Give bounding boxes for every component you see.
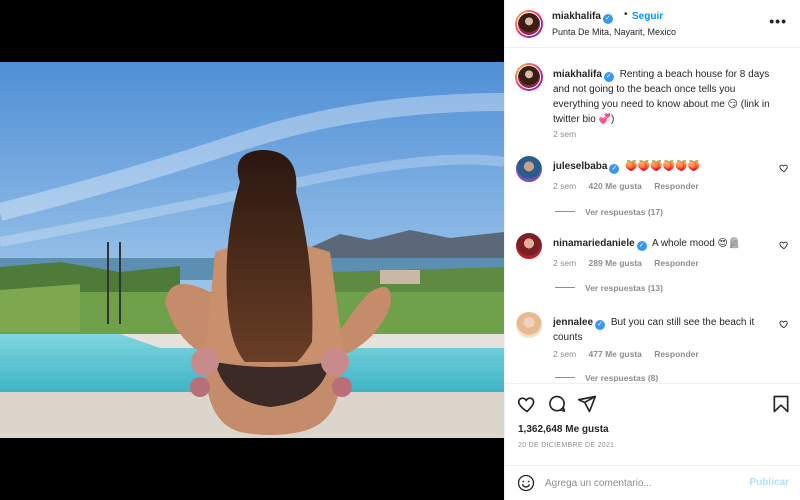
post-photo[interactable] (0, 62, 504, 438)
emoji-icon[interactable] (517, 474, 535, 492)
comment-age: 2 sem (553, 349, 577, 359)
post-sidebar: miakhalifa ✓ • Seguir Punta De Mita, Naya… (504, 0, 800, 500)
comment-item: ninamariedaniele ✓ A whole mood 😍🪦 2 sem … (505, 232, 800, 302)
commenter-avatar[interactable] (515, 311, 543, 339)
commenter-avatar[interactable] (515, 232, 543, 260)
follow-button[interactable]: Seguir (632, 11, 663, 22)
heart-icon[interactable] (779, 319, 789, 329)
save-bookmark-icon[interactable] (771, 394, 791, 414)
commenter-username[interactable]: juleselbaba ✓ (553, 161, 620, 174)
comment-body: A whole mood 😍🪦 (651, 238, 741, 249)
post-date: 20 DE DICIEMBRE DE 2021 (518, 442, 615, 449)
comment-meta: 2 sem 420 Me gusta Responder (553, 181, 709, 191)
comment-icon[interactable] (547, 394, 567, 414)
comment-composer: Publicar (505, 465, 800, 500)
comment-input[interactable] (545, 474, 735, 492)
heart-icon[interactable] (779, 240, 789, 250)
caption-author-avatar[interactable] (515, 63, 543, 91)
commenter-avatar[interactable] (515, 155, 543, 183)
commenter-username[interactable]: jennalee ✓ (553, 317, 606, 330)
verified-badge-icon: ✓ (609, 164, 620, 174)
caption-age: 2 sem (553, 129, 577, 139)
publish-button[interactable]: Publicar (750, 477, 789, 488)
header-separator: • (624, 9, 628, 20)
heart-icon[interactable] (517, 394, 537, 414)
likes-count[interactable]: 1,362,648 Me gusta (518, 424, 609, 435)
verified-badge-icon: ✓ (603, 72, 614, 82)
media-pane (0, 0, 504, 500)
comment-likes[interactable]: 477 Me gusta (589, 349, 642, 359)
author-username[interactable]: miakhalifa ✓ (552, 11, 613, 24)
verified-badge-icon: ✓ (602, 14, 613, 24)
comment-meta: 2 sem 477 Me gusta Responder (553, 349, 709, 359)
caption: miakhalifa ✓ Renting a beach house for 8 … (505, 63, 800, 143)
reply-button[interactable]: Responder (654, 258, 698, 268)
reply-button[interactable]: Responder (654, 181, 698, 191)
caption-meta: 2 sem (553, 129, 586, 139)
comment-body: 🍑🍑🍑🍑🍑🍑 (625, 161, 700, 172)
verified-badge-icon: ✓ (636, 241, 647, 251)
comment-likes[interactable]: 420 Me gusta (589, 181, 642, 191)
comment-text: jennalee ✓ But you can still see the beac… (553, 315, 775, 345)
comment-meta: 2 sem 289 Me gusta Responder (553, 258, 709, 268)
comment-text: ninamariedaniele ✓ A whole mood 😍🪦 (553, 236, 775, 251)
comment-age: 2 sem (553, 258, 577, 268)
heart-icon[interactable] (779, 163, 789, 173)
view-replies-button[interactable]: Ver respuestas (17) (555, 207, 663, 217)
comment-age: 2 sem (553, 181, 577, 191)
reply-button[interactable]: Responder (654, 349, 698, 359)
view-replies-button[interactable]: Ver respuestas (13) (555, 283, 663, 293)
view-replies-button[interactable]: Ver respuestas (8) (555, 373, 658, 382)
comments-list[interactable]: miakhalifa ✓ Renting a beach house for 8 … (505, 49, 800, 382)
post-header: miakhalifa ✓ • Seguir Punta De Mita, Naya… (505, 0, 800, 48)
post-location[interactable]: Punta De Mita, Nayarit, Mexico (552, 27, 676, 37)
comment-item: jennalee ✓ But you can still see the beac… (505, 311, 800, 382)
comment-likes[interactable]: 289 Me gusta (589, 258, 642, 268)
more-options-icon[interactable]: ••• (769, 14, 787, 28)
caption-text: miakhalifa ✓ Renting a beach house for 8 … (553, 67, 775, 127)
share-icon[interactable] (577, 394, 597, 414)
caption-author[interactable]: miakhalifa ✓ (553, 69, 614, 82)
commenter-username[interactable]: ninamariedaniele ✓ (553, 238, 647, 251)
comment-text: juleselbaba ✓ 🍑🍑🍑🍑🍑🍑 (553, 159, 775, 174)
post-photo-illustration (0, 62, 504, 438)
verified-badge-icon: ✓ (595, 320, 606, 330)
author-avatar[interactable] (515, 10, 543, 38)
comment-item: juleselbaba ✓ 🍑🍑🍑🍑🍑🍑 2 sem 420 Me gusta R… (505, 155, 800, 225)
